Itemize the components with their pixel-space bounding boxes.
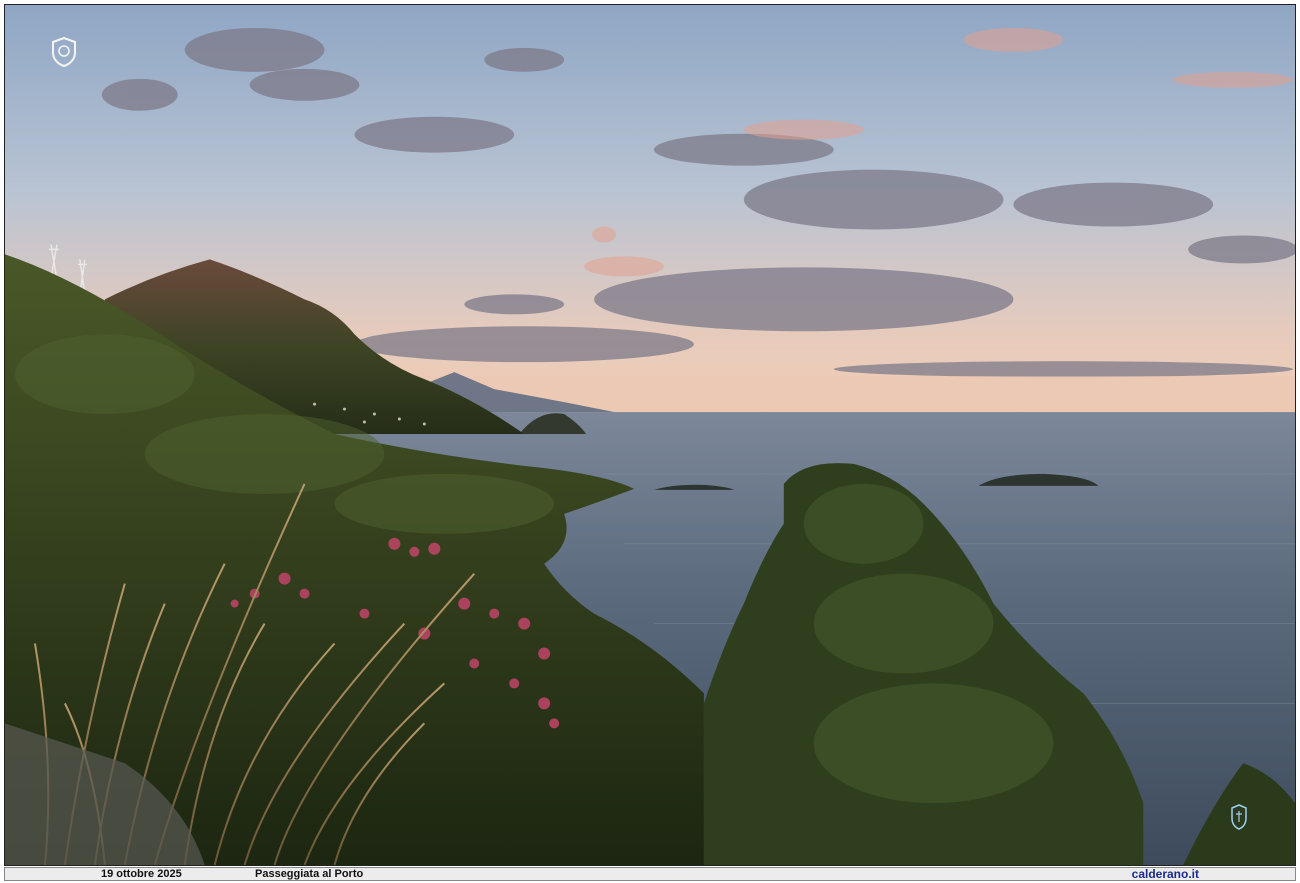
coat-of-arms-icon xyxy=(1231,804,1247,830)
site-link[interactable]: calderano.it xyxy=(1132,868,1199,880)
coastal-sunset-scene xyxy=(5,5,1295,865)
caption-bar: 19 ottobre 2025 Passeggiata al Porto cal… xyxy=(4,867,1296,881)
crest-watermark-icon xyxy=(52,36,76,68)
photo-frame: 19 ottobre 2025 Passeggiata al Porto cal… xyxy=(0,0,1300,883)
landscape-photo xyxy=(4,4,1296,866)
photo-title: Passeggiata al Porto xyxy=(255,868,364,880)
photo-date: 19 ottobre 2025 xyxy=(101,868,182,880)
